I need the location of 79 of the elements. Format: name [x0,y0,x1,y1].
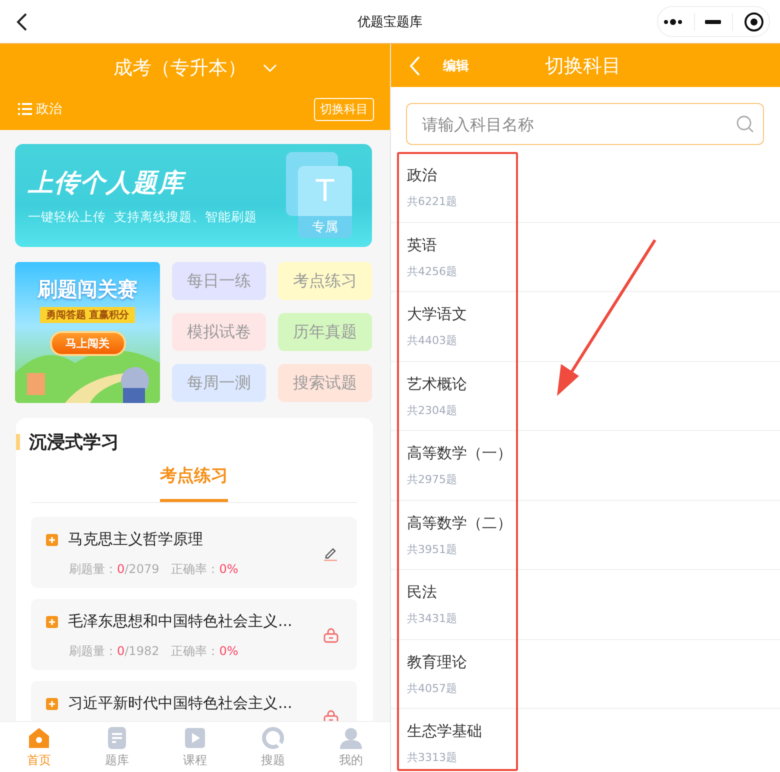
subject-name: 高等数学（一） [407,444,513,463]
chapter-title: 马克思主义哲学原理 [68,530,203,549]
exam-selector[interactable]: 成考（专升本） [114,55,246,81]
bank-icon [105,726,129,750]
search-field[interactable]: 请输入科目名称 [406,103,764,145]
back-icon[interactable] [16,12,28,32]
profile-icon [339,726,363,750]
question-count: 共2304题 [407,402,458,418]
shortcut-button[interactable]: 模拟试卷 [172,313,266,351]
subject-item[interactable]: 英语 共4256题 [391,222,780,292]
subject-name: 英语 [407,236,438,254]
close-icon[interactable] [744,12,764,32]
edit-link[interactable]: 编辑 [443,56,469,74]
challenge-ribbon: 勇闯答题 直赢积分 [40,307,136,323]
search-icon [736,115,754,133]
document-letter: T [316,174,334,208]
plus-icon [46,698,58,710]
tabbar-item[interactable]: 我的 [312,722,390,772]
practice-tab[interactable]: 考点练习 [160,462,228,502]
search-icon [261,726,285,750]
shortcut-button[interactable]: 每周一测 [172,364,266,402]
plus-icon [46,616,58,628]
home-icon [27,726,51,750]
subject-name: 民法 [407,583,438,602]
section-title: 沉浸式学习 [29,431,119,454]
subject-item[interactable]: 大学语文 共4403题 [391,292,780,362]
switch-subject-button[interactable]: 切换科目 [314,98,374,120]
subject-name: 政治 [407,166,438,185]
challenge-banner[interactable]: 刷题闯关赛 勇闯答题 直赢积分 马上闯关 [15,262,160,403]
shortcut-button[interactable]: 历年真题 [278,313,372,351]
tabbar-item[interactable]: 搜题 [234,722,312,772]
question-count: 共4403题 [407,333,458,348]
question-count: 共2975题 [407,472,458,487]
upload-banner[interactable]: 上传个人题库 一键轻松上传 支持离线搜题、智能刷题 T 专属 [15,144,372,247]
question-count: 刷题量：0/2079 [69,561,160,578]
shortcut-button[interactable]: 考点练习 [278,262,372,300]
chapter-item[interactable]: 习近平新时代中国特色社会主义... [31,681,357,721]
question-count: 共4256题 [407,264,458,278]
subject-name: 大学语文 [407,305,468,324]
question-count: 共4057题 [407,680,458,696]
current-subject: 政治 [36,101,62,118]
subject-name: 艺术概论 [407,374,468,394]
subject-item[interactable]: 政治 共6221题 [391,153,780,222]
document-label: 专属 [298,216,352,238]
minimize-icon[interactable] [705,20,722,24]
question-count: 共3431题 [407,611,458,626]
subject-name: 高等数学（二） [407,514,513,532]
panel-title: 切换科目 [545,54,621,78]
challenge-title: 刷题闯关赛 [38,276,138,303]
subject-item[interactable]: 民法 共3431题 [391,570,780,640]
tabbar-item[interactable]: 首页 [0,722,78,772]
more-icon[interactable] [663,18,684,26]
chapter-item[interactable]: 马克思主义哲学原理 刷题量：0/2079 正确率：0% [31,517,357,588]
shortcut-button[interactable]: 搜索试题 [278,364,372,402]
tabbar-item[interactable]: 题库 [78,722,156,772]
challenge-button[interactable]: 马上闯关 [50,331,126,356]
accuracy-rate: 正确率：0% [171,643,238,660]
question-count: 共3951题 [407,542,458,556]
question-count: 共3313题 [407,750,458,765]
shortcut-button[interactable]: 每日一练 [172,262,266,300]
subject-item[interactable]: 教育理论 共4057题 [391,640,780,709]
accuracy-rate: 正确率：0% [171,561,238,578]
question-count: 刷题量：0/1982 [69,643,160,660]
chapter-item[interactable]: 毛泽东思想和中国特色社会主义... 刷题量：0/1982 正确率：0% [31,599,357,670]
subject-item[interactable]: 高等数学（二） 共3951题 [391,500,780,570]
subject-name: 生态学基础 [407,722,483,741]
window-title: 优题宝题库 [356,14,424,30]
course-icon [183,726,207,750]
banner-subtitle: 一键轻松上传 支持离线搜题、智能刷题 [28,208,257,226]
subject-item[interactable]: 生态学基础 共3313题 [391,709,780,772]
subject-item[interactable]: 高等数学（一） 共2975题 [391,431,780,500]
chapter-title: 毛泽东思想和中国特色社会主义... [68,612,292,631]
list-icon [18,103,32,115]
banner-title: 上传个人题库 [28,166,187,198]
subject-name: 教育理论 [407,652,468,672]
chapter-title: 习近平新时代中国特色社会主义... [68,694,292,713]
question-count: 共6221题 [407,194,458,209]
plus-icon [46,534,58,546]
tabbar-item[interactable]: 课程 [156,722,234,772]
